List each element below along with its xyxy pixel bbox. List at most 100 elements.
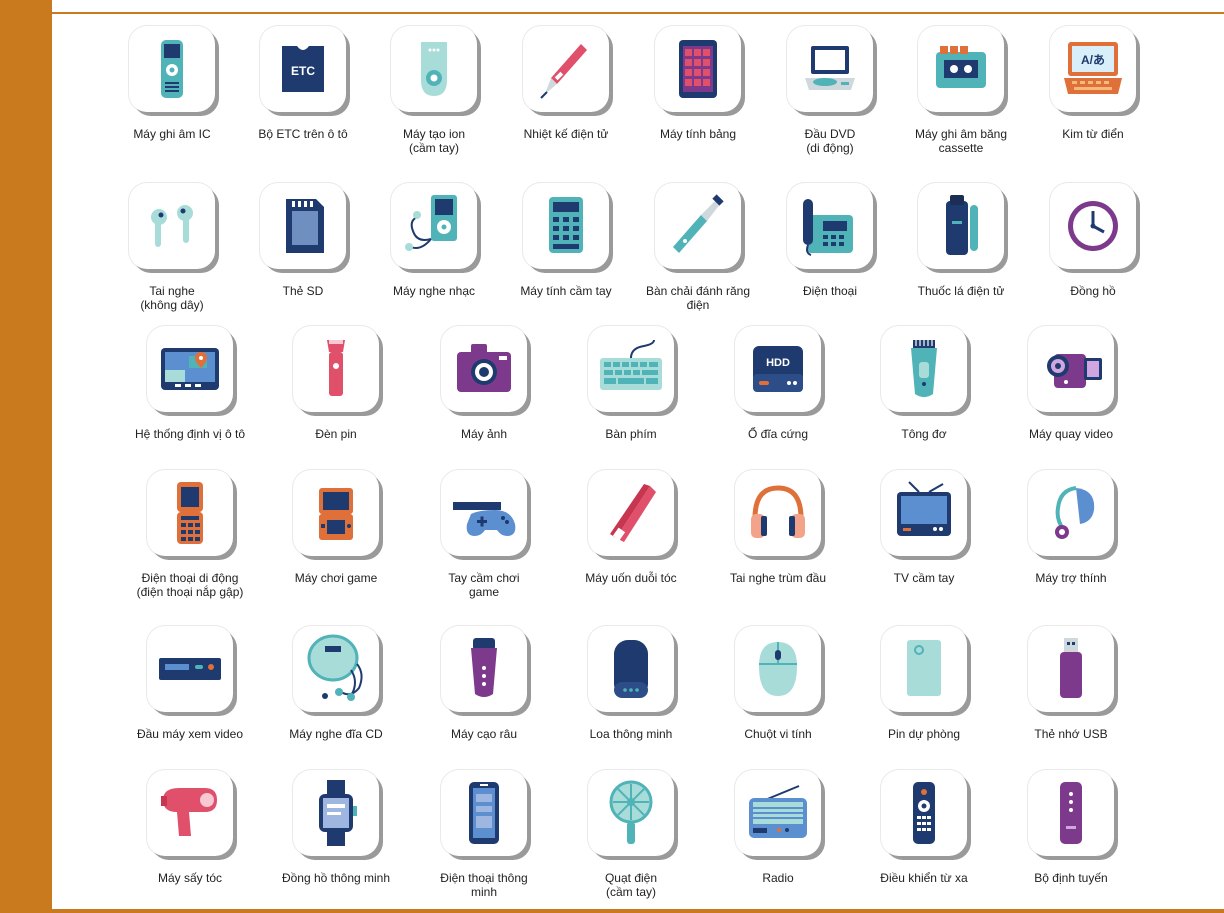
device-item: Tai nghe trùm đầu bbox=[703, 470, 853, 585]
smart-speaker-icon bbox=[588, 626, 674, 712]
device-item: Tay cầm chơi game bbox=[409, 470, 559, 599]
ic-recorder-icon-graphic bbox=[161, 40, 183, 98]
camera-icon-graphic bbox=[457, 344, 511, 392]
hearing-aid-icon bbox=[1028, 470, 1114, 556]
e-cigarette-icon-graphic bbox=[946, 195, 978, 255]
calculator-icon-graphic bbox=[549, 197, 583, 253]
e-cigarette-icon bbox=[918, 183, 1004, 269]
portable-tv-icon-graphic bbox=[897, 481, 951, 536]
device-label: Máy tạo ion (cầm tay) bbox=[402, 127, 466, 155]
thermometer-icon bbox=[523, 26, 609, 112]
flip-phone-icon-graphic bbox=[177, 482, 203, 544]
device-label: Máy ghi âm băng cassette bbox=[914, 127, 1008, 155]
device-item: Đầu DVD (di động) bbox=[755, 26, 905, 155]
game-console-icon bbox=[293, 470, 379, 556]
device-item: Máy ảnh bbox=[409, 326, 559, 441]
camera-icon bbox=[441, 326, 527, 412]
hearing-aid-icon-graphic bbox=[1055, 486, 1095, 539]
wireless-earbuds-icon bbox=[129, 183, 215, 269]
device-item: Đồng hồ bbox=[1018, 183, 1168, 298]
device-label: Kim từ điển bbox=[1062, 127, 1124, 141]
device-item: Điện thoại bbox=[755, 183, 905, 298]
device-label: Đồng hồ bbox=[1070, 284, 1116, 298]
clock-icon bbox=[1050, 183, 1136, 269]
device-item: TV cầm tay bbox=[849, 470, 999, 585]
hair-dryer-icon-graphic bbox=[161, 788, 217, 836]
device-item: Điện thoại di động (điện thoại nắp gập) bbox=[115, 470, 265, 599]
device-item: Chuột vi tính bbox=[703, 626, 853, 741]
device-label: Radio bbox=[762, 871, 794, 885]
video-camera-icon bbox=[1028, 326, 1114, 412]
clock-icon-graphic bbox=[1068, 201, 1118, 251]
device-item: Quạt điện (cầm tay) bbox=[556, 770, 706, 899]
music-player-icon-graphic bbox=[405, 195, 457, 251]
device-label: Máy tính cầm tay bbox=[520, 284, 612, 298]
device-label: Đầu máy xem video bbox=[136, 727, 244, 741]
device-item: Tông đơ bbox=[849, 326, 999, 441]
headphones-icon bbox=[735, 470, 821, 556]
device-label: Tông đơ bbox=[901, 427, 947, 441]
flip-phone-icon bbox=[147, 470, 233, 556]
video-player-icon bbox=[147, 626, 233, 712]
car-navigation-icon-graphic bbox=[161, 348, 219, 390]
hard-drive-icon-graphic: HDD bbox=[753, 346, 803, 392]
bottom-accent-band bbox=[52, 909, 1224, 913]
shaver-icon-graphic bbox=[471, 638, 497, 697]
device-label: Đèn pin bbox=[315, 427, 357, 441]
device-item: Máy quay video bbox=[996, 326, 1146, 441]
device-item: Nhiệt kế điện tử bbox=[491, 26, 641, 141]
device-item: Bàn phím bbox=[556, 326, 706, 441]
device-label: Điện thoại di động (điện thoại nắp gập) bbox=[136, 571, 244, 599]
smartphone-icon-graphic bbox=[469, 782, 499, 844]
handheld-fan-icon-graphic bbox=[609, 780, 653, 844]
power-bank-icon-graphic bbox=[907, 640, 941, 696]
electric-toothbrush-icon-graphic bbox=[673, 194, 724, 253]
device-item: Máy nghe nhạc bbox=[359, 183, 509, 298]
device-label: Máy uốn duỗi tóc bbox=[585, 571, 677, 585]
device-item: Máy nghe đĩa CD bbox=[261, 626, 411, 741]
computer-mouse-icon-graphic bbox=[759, 642, 797, 696]
smartphone-icon bbox=[441, 770, 527, 856]
hair-dryer-icon bbox=[147, 770, 233, 856]
handheld-fan-icon bbox=[588, 770, 674, 856]
svg-text:HDD: HDD bbox=[766, 357, 790, 369]
device-label: Máy cạo râu bbox=[450, 727, 518, 741]
device-label: Máy quay video bbox=[1028, 427, 1114, 441]
smartwatch-icon bbox=[293, 770, 379, 856]
electronic-dictionary-icon-graphic: A/あ bbox=[1064, 42, 1122, 94]
electric-toothbrush-icon bbox=[655, 183, 741, 269]
electronic-dictionary-icon: A/あ bbox=[1050, 26, 1136, 112]
video-camera-icon-graphic bbox=[1047, 354, 1102, 388]
device-label: Máy ảnh bbox=[460, 427, 508, 441]
top-accent-band bbox=[52, 0, 1224, 14]
game-controller-icon-graphic bbox=[453, 502, 516, 536]
keyboard-icon bbox=[588, 326, 674, 412]
device-item: Máy ghi âm IC bbox=[97, 26, 247, 141]
device-label: Máy chơi game bbox=[294, 571, 378, 585]
device-item: Thẻ nhớ USB bbox=[996, 626, 1146, 741]
sd-card-icon-graphic bbox=[286, 199, 324, 253]
computer-mouse-icon bbox=[735, 626, 821, 712]
device-item: ETC Bộ ETC trên ô tô bbox=[228, 26, 378, 141]
game-controller-icon bbox=[441, 470, 527, 556]
cd-player-icon-graphic bbox=[307, 634, 363, 701]
device-label: Tay cầm chơi game bbox=[448, 571, 520, 599]
device-item: Đèn pin bbox=[261, 326, 411, 441]
hair-clipper-icon-graphic bbox=[911, 340, 937, 397]
device-item: Bộ định tuyến bbox=[996, 770, 1146, 885]
device-item: Thẻ SD bbox=[228, 183, 378, 298]
device-item: Pin dự phòng bbox=[849, 626, 999, 741]
hair-clipper-icon bbox=[881, 326, 967, 412]
music-player-icon bbox=[391, 183, 477, 269]
remote-control-icon bbox=[881, 770, 967, 856]
device-label: Quạt điện (cầm tay) bbox=[604, 871, 658, 899]
device-label: Bàn phím bbox=[605, 427, 657, 441]
device-item: Tai nghe (không dây) bbox=[97, 183, 247, 312]
cd-player-icon bbox=[293, 626, 379, 712]
device-label: Thẻ SD bbox=[282, 284, 324, 298]
device-item: Radio bbox=[703, 770, 853, 885]
etc-card-icon: ETC bbox=[260, 26, 346, 112]
device-label: Máy nghe đĩa CD bbox=[289, 727, 383, 741]
flashlight-icon-graphic bbox=[327, 340, 345, 396]
svg-text:A/あ: A/あ bbox=[1081, 53, 1105, 67]
